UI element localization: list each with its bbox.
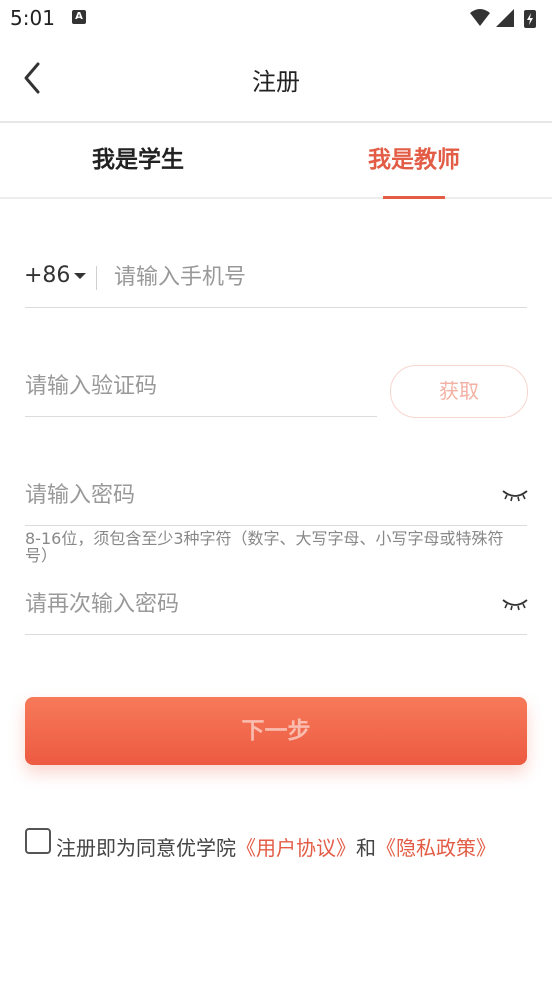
tab-student[interactable]: 我是学生 [40, 140, 236, 180]
status-time: 5:01 [10, 6, 55, 30]
password-hint: 8-16位，须包含至少3种字符（数字、大写字母、小写字母或特殊符号） [25, 529, 504, 565]
confirm-password-input[interactable] [25, 589, 485, 619]
wifi-icon [470, 9, 490, 26]
country-code-value: +86 [24, 263, 71, 288]
page-title: 注册 [252, 68, 300, 96]
country-code-select[interactable]: +86 [24, 263, 87, 288]
country-code-separator [96, 266, 97, 290]
notification-icon: A [72, 10, 86, 24]
code-underline [25, 416, 377, 417]
password-input[interactable] [25, 480, 485, 510]
phone-underline [25, 307, 527, 308]
get-code-button[interactable]: 获取 [390, 365, 528, 418]
agreement-prefix: 注册即为同意优学院 [56, 836, 236, 860]
dropdown-caret-icon [74, 273, 87, 279]
user-agreement-link[interactable]: 《用户协议》 [236, 836, 356, 860]
eye-closed-icon[interactable] [502, 597, 528, 613]
phone-input[interactable] [114, 262, 524, 292]
verification-code-input[interactable] [25, 371, 370, 401]
signal-icon [496, 9, 514, 27]
password-underline [25, 525, 527, 526]
agree-checkbox[interactable] [25, 828, 51, 854]
privacy-policy-link[interactable]: 《隐私政策》 [376, 836, 496, 860]
agreement-text: 注册即为同意优学院《用户协议》和《隐私政策》 [56, 832, 496, 861]
status-icons [470, 9, 536, 28]
agreement-and: 和 [356, 836, 376, 860]
tab-divider [0, 197, 552, 199]
tab-teacher[interactable]: 我是教师 [316, 140, 512, 180]
next-step-button[interactable]: 下一步 [25, 697, 527, 765]
eye-closed-icon[interactable] [502, 488, 528, 504]
confirm-password-underline [25, 634, 527, 635]
header-divider [0, 121, 552, 123]
tab-active-indicator [383, 196, 445, 199]
